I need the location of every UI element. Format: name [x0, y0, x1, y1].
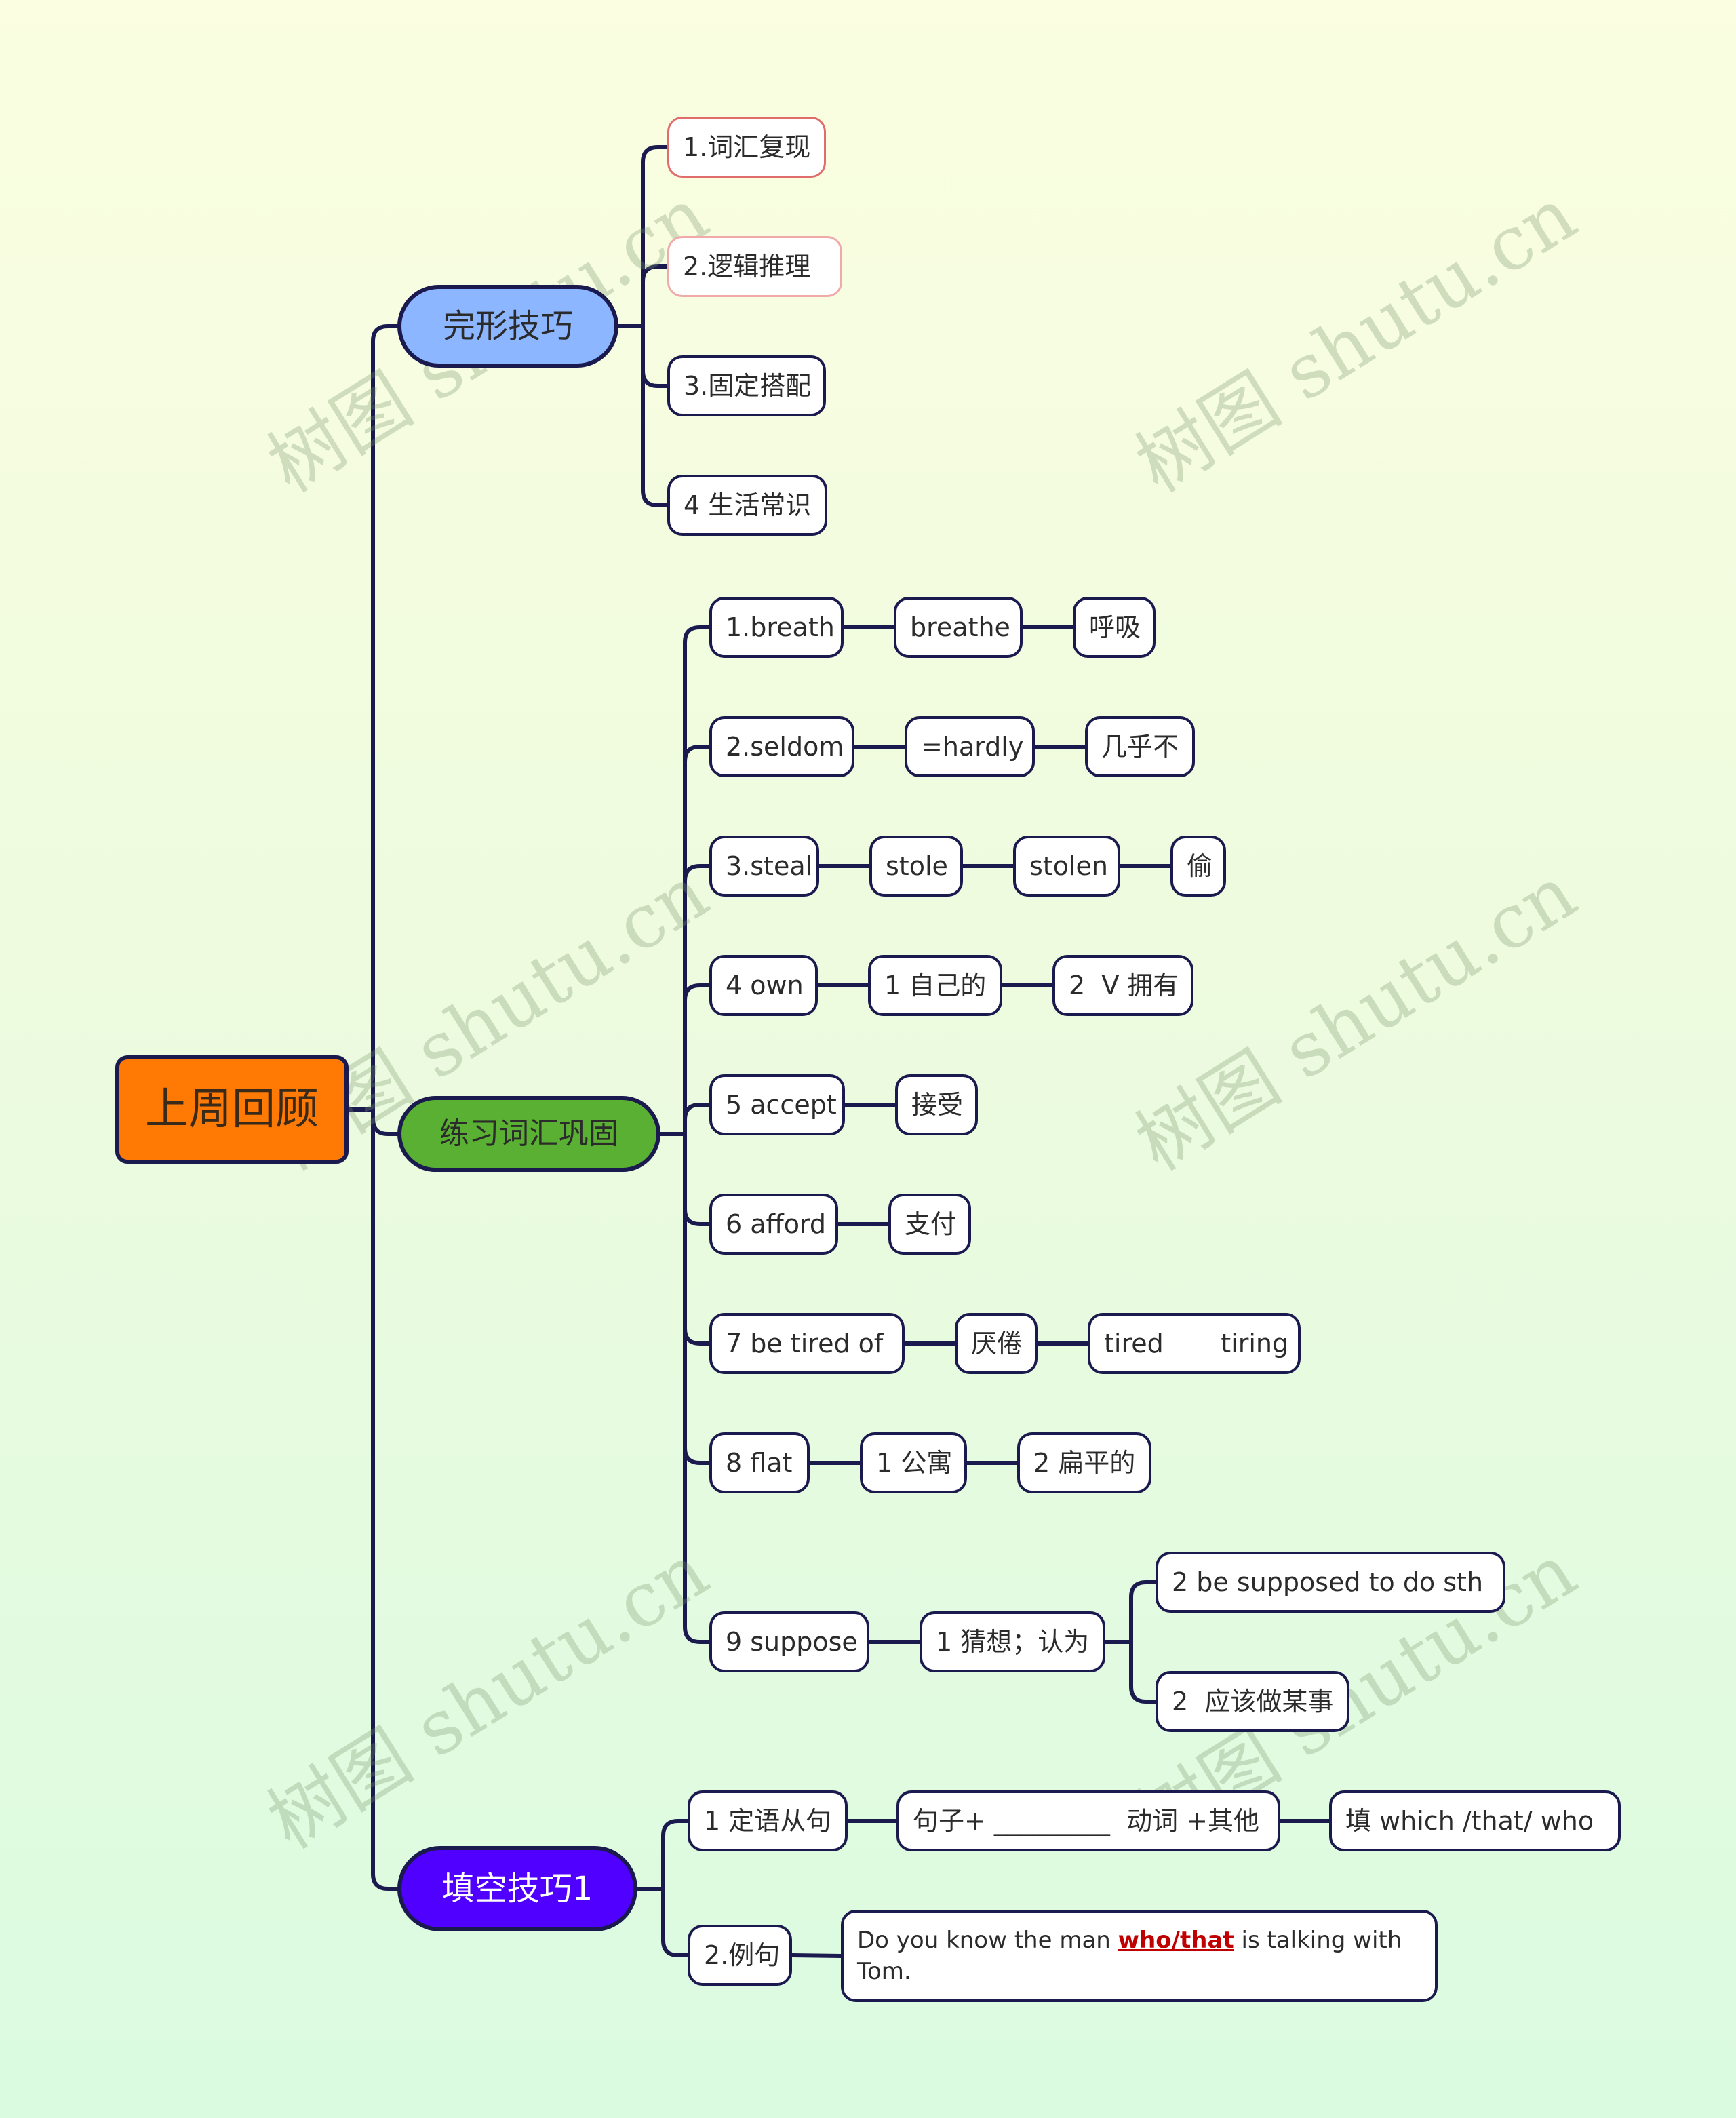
connector-line	[1129, 1580, 1158, 1644]
connector-line	[371, 1107, 399, 1891]
clause-fill-node[interactable]: 填 which /that/ who	[1329, 1790, 1621, 1851]
connector-line	[1129, 1640, 1158, 1704]
clause-pattern-node[interactable]: 句子+ _________ 动词 +其他	[896, 1790, 1280, 1851]
connector-line	[683, 1132, 711, 1644]
connector-line	[683, 625, 711, 1136]
connector-line	[683, 864, 711, 1136]
connector-line	[683, 745, 711, 1136]
vocab-meaning[interactable]: 呼吸	[1073, 597, 1156, 658]
vocab-meaning[interactable]: stole	[869, 836, 963, 897]
example-sentence[interactable]: Do you know the man who/that is talking …	[841, 1910, 1438, 2002]
connector-line	[683, 1103, 711, 1136]
vocab-meaning[interactable]: 2 V 拥有	[1052, 955, 1194, 1016]
connector-line	[683, 1132, 711, 1226]
connector-line	[641, 324, 669, 388]
cloze-skill-item[interactable]: 2.逻辑推理	[667, 236, 842, 297]
vocab-meaning[interactable]: breathe	[894, 597, 1023, 658]
connector-line	[641, 145, 669, 328]
vocab-meaning[interactable]: 1 公寓	[860, 1432, 967, 1493]
branch-fill-blank-skills[interactable]: 填空技巧1	[397, 1846, 637, 1931]
sentence-highlight: who/that	[1118, 1927, 1234, 1954]
root-topic[interactable]: 上周回顾	[115, 1055, 349, 1164]
vocab-usage[interactable]: 2 be supposed to do sth	[1156, 1552, 1505, 1613]
branch-cloze-skills[interactable]: 完形技巧	[397, 285, 618, 368]
connector-line	[371, 1107, 399, 1136]
connector-line	[371, 324, 399, 1112]
cloze-skill-item[interactable]: 3.固定搭配	[667, 355, 826, 416]
vocab-meaning[interactable]: 接受	[895, 1074, 978, 1135]
vocab-meaning[interactable]: 厌倦	[955, 1313, 1038, 1374]
example-sentence-label[interactable]: 2.例句	[688, 1925, 792, 1986]
vocab-meaning[interactable]: 1 自己的	[868, 955, 1002, 1016]
sentence-text-before: Do you know the man	[857, 1927, 1118, 1954]
vocab-meaning[interactable]: stolen	[1013, 836, 1120, 897]
vocab-word[interactable]: 9 suppose	[709, 1611, 869, 1672]
vocab-usage[interactable]: 2 应该做某事	[1156, 1671, 1349, 1732]
vocab-word[interactable]: 1.breath	[709, 597, 844, 658]
vocab-word[interactable]: 8 flat	[709, 1432, 810, 1493]
vocab-meaning[interactable]: =hardly	[905, 716, 1035, 777]
vocab-meaning[interactable]: 1 猜想；认为	[920, 1611, 1105, 1672]
connector-line	[790, 1953, 843, 1958]
vocab-meaning[interactable]: 几乎不	[1085, 716, 1195, 777]
vocab-word[interactable]: 7 be tired of	[709, 1313, 905, 1374]
connector-line	[683, 1132, 711, 1346]
vocab-word[interactable]: 5 accept	[709, 1074, 845, 1135]
connector-line	[641, 324, 669, 507]
connector-line	[661, 1819, 690, 1891]
vocab-meaning[interactable]: 偷	[1170, 836, 1226, 897]
branch-vocabulary-practice[interactable]: 练习词汇巩固	[397, 1096, 660, 1172]
connector-line	[661, 1887, 690, 1957]
connector-line	[683, 1132, 711, 1465]
vocab-meaning[interactable]: tired tiring	[1088, 1313, 1301, 1374]
vocab-word[interactable]: 6 afford	[709, 1194, 838, 1255]
vocab-word[interactable]: 4 own	[709, 955, 818, 1016]
vocab-meaning[interactable]: 2 扁平的	[1017, 1432, 1151, 1493]
vocab-meaning[interactable]: 支付	[888, 1194, 971, 1255]
cloze-skill-item[interactable]: 4 生活常识	[667, 475, 827, 536]
vocab-word[interactable]: 3.steal	[709, 836, 819, 897]
attributive-clause-node[interactable]: 1 定语从句	[688, 1790, 848, 1851]
vocab-word[interactable]: 2.seldom	[709, 716, 854, 777]
cloze-skill-item[interactable]: 1.词汇复现	[667, 117, 826, 178]
connector-line	[641, 264, 669, 328]
